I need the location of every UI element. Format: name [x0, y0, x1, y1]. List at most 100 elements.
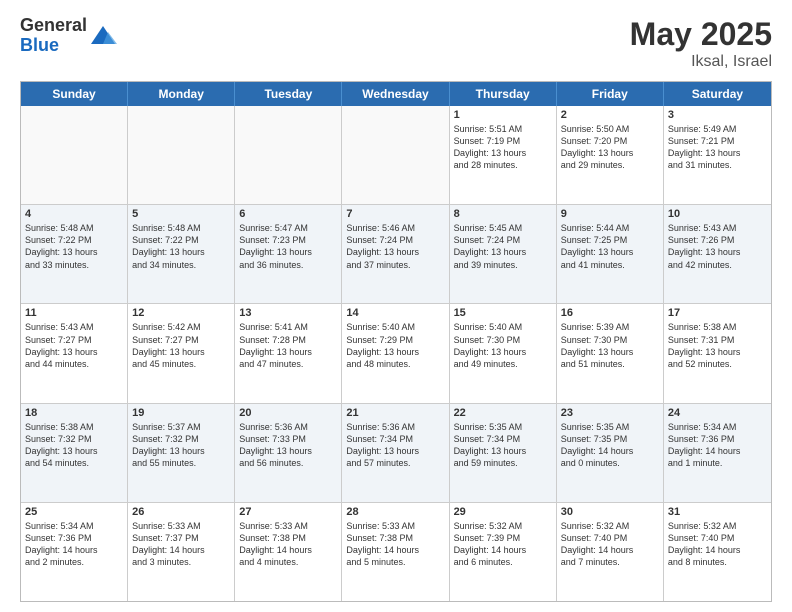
cell-info-line: Sunset: 7:38 PM: [239, 532, 337, 544]
day-number: 9: [561, 208, 659, 220]
cell-info-line: Daylight: 13 hours: [25, 346, 123, 358]
cell-info-line: Daylight: 13 hours: [668, 246, 767, 258]
cal-cell: 21Sunrise: 5:36 AMSunset: 7:34 PMDayligh…: [342, 404, 449, 502]
cell-info-line: Sunrise: 5:39 AM: [561, 321, 659, 333]
cell-info-line: Daylight: 13 hours: [668, 346, 767, 358]
logo-general: General: [20, 16, 87, 36]
calendar: SundayMondayTuesdayWednesdayThursdayFrid…: [20, 81, 772, 602]
cell-info-line: Sunrise: 5:45 AM: [454, 222, 552, 234]
cal-cell: 27Sunrise: 5:33 AMSunset: 7:38 PMDayligh…: [235, 503, 342, 601]
cell-info-line: Sunset: 7:32 PM: [132, 433, 230, 445]
calendar-body: 1Sunrise: 5:51 AMSunset: 7:19 PMDaylight…: [21, 106, 771, 601]
cal-cell: 31Sunrise: 5:32 AMSunset: 7:40 PMDayligh…: [664, 503, 771, 601]
cal-row: 1Sunrise: 5:51 AMSunset: 7:19 PMDaylight…: [21, 106, 771, 205]
cell-info-line: and 59 minutes.: [454, 457, 552, 469]
day-number: 8: [454, 208, 552, 220]
cell-info-line: Sunrise: 5:35 AM: [561, 421, 659, 433]
cal-cell: 10Sunrise: 5:43 AMSunset: 7:26 PMDayligh…: [664, 205, 771, 303]
cal-cell: 28Sunrise: 5:33 AMSunset: 7:38 PMDayligh…: [342, 503, 449, 601]
cell-info-line: Sunrise: 5:35 AM: [454, 421, 552, 433]
day-number: 21: [346, 407, 444, 419]
cell-info-line: Sunrise: 5:41 AM: [239, 321, 337, 333]
cell-info-line: and 7 minutes.: [561, 556, 659, 568]
cell-info-line: Sunrise: 5:49 AM: [668, 123, 767, 135]
cell-info-line: Sunrise: 5:44 AM: [561, 222, 659, 234]
cell-info-line: Daylight: 13 hours: [132, 346, 230, 358]
cell-info-line: Sunrise: 5:42 AM: [132, 321, 230, 333]
cell-info-line: Sunset: 7:26 PM: [668, 234, 767, 246]
cell-info-line: and 0 minutes.: [561, 457, 659, 469]
cell-info-line: and 29 minutes.: [561, 159, 659, 171]
cell-info-line: and 55 minutes.: [132, 457, 230, 469]
cell-info-line: Daylight: 13 hours: [454, 147, 552, 159]
cell-info-line: and 4 minutes.: [239, 556, 337, 568]
day-number: 6: [239, 208, 337, 220]
cell-info-line: Sunrise: 5:48 AM: [132, 222, 230, 234]
day-number: 7: [346, 208, 444, 220]
cal-row: 4Sunrise: 5:48 AMSunset: 7:22 PMDaylight…: [21, 205, 771, 304]
day-number: 19: [132, 407, 230, 419]
day-number: 2: [561, 109, 659, 121]
cell-info-line: Daylight: 13 hours: [239, 246, 337, 258]
cal-cell: 1Sunrise: 5:51 AMSunset: 7:19 PMDaylight…: [450, 106, 557, 204]
cell-info-line: Sunset: 7:38 PM: [346, 532, 444, 544]
cell-info-line: Sunset: 7:36 PM: [668, 433, 767, 445]
cell-info-line: Sunrise: 5:38 AM: [668, 321, 767, 333]
day-number: 1: [454, 109, 552, 121]
cal-cell: [21, 106, 128, 204]
cell-info-line: Sunset: 7:24 PM: [454, 234, 552, 246]
cell-info-line: Sunset: 7:24 PM: [346, 234, 444, 246]
cal-cell: 8 Sunrise: 5:45 AMSunset: 7:24 PMDaylight…: [450, 205, 557, 303]
cell-info-line: Sunset: 7:27 PM: [132, 334, 230, 346]
cell-info-line: Sunset: 7:30 PM: [454, 334, 552, 346]
cell-info-line: Sunrise: 5:48 AM: [25, 222, 123, 234]
cell-info-line: Sunrise: 5:40 AM: [346, 321, 444, 333]
cal-cell: 7Sunrise: 5:46 AMSunset: 7:24 PMDaylight…: [342, 205, 449, 303]
cell-info-line: Sunrise: 5:38 AM: [25, 421, 123, 433]
cell-info-line: Sunrise: 5:32 AM: [668, 520, 767, 532]
day-number: 10: [668, 208, 767, 220]
cal-cell: 29Sunrise: 5:32 AMSunset: 7:39 PMDayligh…: [450, 503, 557, 601]
cal-cell: 3Sunrise: 5:49 AMSunset: 7:21 PMDaylight…: [664, 106, 771, 204]
cell-info-line: and 33 minutes.: [25, 259, 123, 271]
cal-cell: 13Sunrise: 5:41 AMSunset: 7:28 PMDayligh…: [235, 304, 342, 402]
cell-info-line: Daylight: 14 hours: [25, 544, 123, 556]
cell-info-line: and 45 minutes.: [132, 358, 230, 370]
cell-info-line: Sunset: 7:35 PM: [561, 433, 659, 445]
cell-info-line: Daylight: 14 hours: [132, 544, 230, 556]
day-number: 5: [132, 208, 230, 220]
cal-cell: 23Sunrise: 5:35 AMSunset: 7:35 PMDayligh…: [557, 404, 664, 502]
title-block: May 2025 Iksal, Israel: [630, 16, 772, 71]
cell-info-line: Sunrise: 5:43 AM: [25, 321, 123, 333]
cell-info-line: Daylight: 13 hours: [454, 246, 552, 258]
cell-info-line: Daylight: 13 hours: [454, 445, 552, 457]
cell-info-line: and 8 minutes.: [668, 556, 767, 568]
cal-row: 25Sunrise: 5:34 AMSunset: 7:36 PMDayligh…: [21, 503, 771, 601]
cell-info-line: Sunset: 7:37 PM: [132, 532, 230, 544]
day-number: 17: [668, 307, 767, 319]
cell-info-line: Sunset: 7:27 PM: [25, 334, 123, 346]
cell-info-line: Sunrise: 5:50 AM: [561, 123, 659, 135]
cell-info-line: Daylight: 13 hours: [239, 346, 337, 358]
cell-info-line: Sunrise: 5:34 AM: [25, 520, 123, 532]
cell-info-line: Sunrise: 5:46 AM: [346, 222, 444, 234]
day-number: 29: [454, 506, 552, 518]
cell-info-line: Daylight: 14 hours: [668, 445, 767, 457]
cal-header-day: Wednesday: [342, 82, 449, 106]
cell-info-line: Daylight: 14 hours: [239, 544, 337, 556]
cell-info-line: Sunset: 7:40 PM: [561, 532, 659, 544]
cell-info-line: Sunset: 7:40 PM: [668, 532, 767, 544]
month-title: May 2025: [630, 16, 772, 53]
day-number: 24: [668, 407, 767, 419]
cell-info-line: Daylight: 13 hours: [25, 246, 123, 258]
day-number: 23: [561, 407, 659, 419]
cell-info-line: and 1 minute.: [668, 457, 767, 469]
cell-info-line: Sunset: 7:23 PM: [239, 234, 337, 246]
cell-info-line: Sunset: 7:34 PM: [346, 433, 444, 445]
cell-info-line: and 34 minutes.: [132, 259, 230, 271]
cell-info-line: and 48 minutes.: [346, 358, 444, 370]
cal-header-day: Saturday: [664, 82, 771, 106]
cal-cell: 12Sunrise: 5:42 AMSunset: 7:27 PMDayligh…: [128, 304, 235, 402]
location-title: Iksal, Israel: [630, 53, 772, 71]
page-header: General Blue May 2025 Iksal, Israel: [20, 16, 772, 71]
